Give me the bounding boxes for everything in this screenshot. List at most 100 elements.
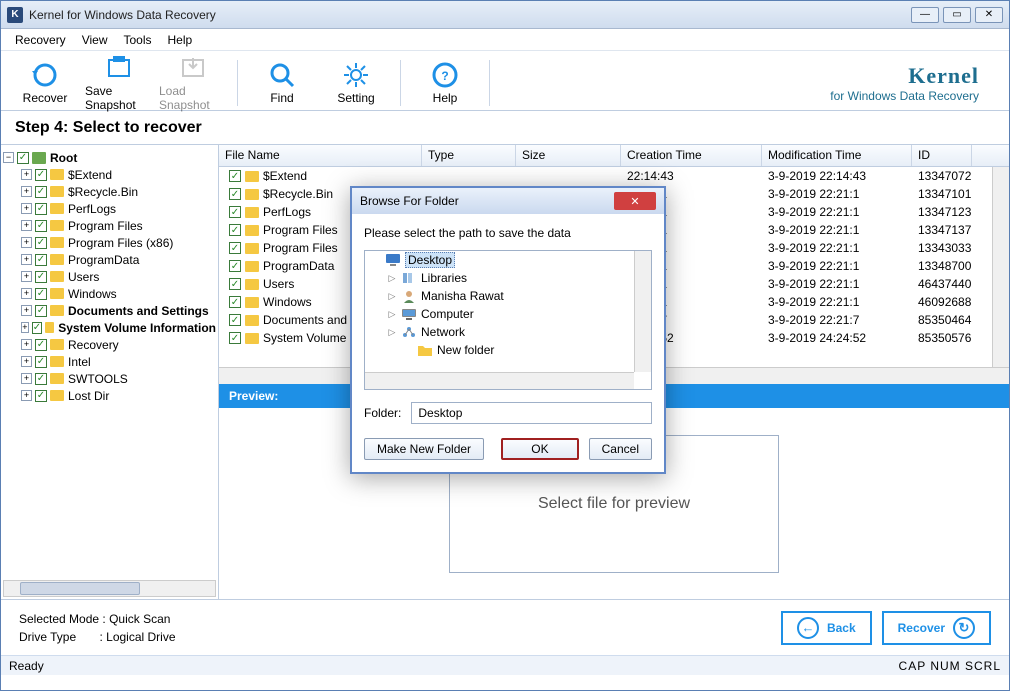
folder-tree-item[interactable]: Desktop: [365, 251, 651, 269]
checkbox[interactable]: ✓: [35, 288, 47, 300]
folder-tree-scroll-v[interactable]: [634, 251, 651, 372]
tree-item[interactable]: + ✓ PerfLogs: [3, 200, 216, 217]
checkbox[interactable]: ✓: [229, 170, 241, 182]
menu-recovery[interactable]: Recovery: [15, 33, 66, 47]
folder-tree-item[interactable]: ▷ Network: [365, 323, 651, 341]
ok-button[interactable]: OK: [501, 438, 578, 460]
cancel-button[interactable]: Cancel: [589, 438, 652, 460]
make-new-folder-button[interactable]: Make New Folder: [364, 438, 484, 460]
table-row[interactable]: ✓ $Extend 22:14:43 3-9-2019 22:14:43 133…: [219, 167, 1009, 185]
dialog-close-button[interactable]: ✕: [614, 192, 656, 210]
checkbox[interactable]: ✓: [17, 152, 29, 164]
close-button[interactable]: ✕: [975, 7, 1003, 23]
expand-icon[interactable]: +: [21, 254, 32, 265]
checkbox[interactable]: ✓: [229, 242, 241, 254]
expand-arrow-icon[interactable]: ▷: [387, 309, 397, 320]
tree-root[interactable]: − ✓ Root: [3, 149, 216, 166]
tree-scrollbar-horizontal[interactable]: [3, 580, 216, 597]
expand-arrow-icon[interactable]: ▷: [387, 291, 397, 302]
folder-tree-item[interactable]: ▷ Libraries: [365, 269, 651, 287]
tree-label[interactable]: System Volume Information: [58, 321, 216, 335]
col-id[interactable]: ID: [912, 145, 972, 166]
tree-item[interactable]: + ✓ ProgramData: [3, 251, 216, 268]
tree-item[interactable]: + ✓ Documents and Settings: [3, 302, 216, 319]
col-mtime[interactable]: Modification Time: [762, 145, 912, 166]
tree-label[interactable]: Lost Dir: [68, 389, 109, 403]
list-scrollbar-vertical[interactable]: [992, 167, 1009, 367]
expand-icon[interactable]: +: [21, 356, 32, 367]
expand-icon[interactable]: +: [21, 237, 32, 248]
tree-item[interactable]: + ✓ Program Files: [3, 217, 216, 234]
menu-tools[interactable]: Tools: [123, 33, 151, 47]
checkbox[interactable]: ✓: [229, 224, 241, 236]
checkbox[interactable]: ✓: [35, 220, 47, 232]
tree-label[interactable]: ProgramData: [68, 253, 139, 267]
tree-label[interactable]: Program Files (x86): [68, 236, 173, 250]
tree-label[interactable]: Program Files: [68, 219, 143, 233]
tree-item[interactable]: + ✓ Lost Dir: [3, 387, 216, 404]
folder-tree-scroll-h[interactable]: [365, 372, 634, 389]
expand-icon[interactable]: +: [21, 373, 32, 384]
folder-input[interactable]: [411, 402, 652, 424]
tree-label[interactable]: SWTOOLS: [68, 372, 128, 386]
checkbox[interactable]: ✓: [35, 237, 47, 249]
back-button[interactable]: ← Back: [781, 611, 872, 645]
col-filename[interactable]: File Name: [219, 145, 422, 166]
tree-item[interactable]: + ✓ Program Files (x86): [3, 234, 216, 251]
expand-icon[interactable]: +: [21, 203, 32, 214]
checkbox[interactable]: ✓: [35, 169, 47, 181]
checkbox[interactable]: ✓: [35, 356, 47, 368]
checkbox[interactable]: ✓: [35, 203, 47, 215]
checkbox[interactable]: ✓: [229, 188, 241, 200]
checkbox[interactable]: ✓: [32, 322, 42, 334]
tree-label[interactable]: Windows: [68, 287, 117, 301]
checkbox[interactable]: ✓: [35, 271, 47, 283]
checkbox[interactable]: ✓: [35, 373, 47, 385]
checkbox[interactable]: ✓: [35, 390, 47, 402]
tree-item[interactable]: + ✓ SWTOOLS: [3, 370, 216, 387]
find-tool[interactable]: Find: [248, 55, 316, 111]
expand-arrow-icon[interactable]: ▷: [387, 327, 397, 338]
recover-tool[interactable]: Recover: [11, 55, 79, 111]
expand-icon[interactable]: +: [21, 271, 32, 282]
tree-item[interactable]: + ✓ $Recycle.Bin: [3, 183, 216, 200]
expand-icon[interactable]: +: [21, 339, 32, 350]
col-ctime[interactable]: Creation Time: [621, 145, 762, 166]
expand-icon[interactable]: +: [21, 288, 32, 299]
save-snapshot-tool[interactable]: Save Snapshot: [85, 55, 153, 111]
tree-label[interactable]: Intel: [68, 355, 91, 369]
recover-button[interactable]: Recover ↻: [882, 611, 991, 645]
checkbox[interactable]: ✓: [35, 339, 47, 351]
checkbox[interactable]: ✓: [229, 278, 241, 290]
checkbox[interactable]: ✓: [229, 260, 241, 272]
tree-item[interactable]: + ✓ Users: [3, 268, 216, 285]
folder-tree-item[interactable]: New folder: [365, 341, 651, 359]
help-tool[interactable]: ? Help: [411, 55, 479, 111]
folder-tree-item[interactable]: ▷ Manisha Rawat: [365, 287, 651, 305]
tree-item[interactable]: + ✓ System Volume Information: [3, 319, 216, 336]
expand-arrow-icon[interactable]: ▷: [387, 273, 397, 284]
collapse-icon[interactable]: −: [3, 152, 14, 163]
checkbox[interactable]: ✓: [229, 206, 241, 218]
menu-view[interactable]: View: [82, 33, 108, 47]
tree-label[interactable]: PerfLogs: [68, 202, 116, 216]
expand-icon[interactable]: +: [21, 186, 32, 197]
tree-label[interactable]: $Extend: [68, 168, 112, 182]
checkbox[interactable]: ✓: [229, 332, 241, 344]
tree-item[interactable]: + ✓ Intel: [3, 353, 216, 370]
menu-help[interactable]: Help: [168, 33, 193, 47]
folder-tree-item[interactable]: ▷ Computer: [365, 305, 651, 323]
expand-icon[interactable]: +: [21, 169, 32, 180]
col-size[interactable]: Size: [516, 145, 621, 166]
checkbox[interactable]: ✓: [35, 254, 47, 266]
checkbox[interactable]: ✓: [35, 186, 47, 198]
checkbox[interactable]: ✓: [229, 314, 241, 326]
setting-tool[interactable]: Setting: [322, 55, 390, 111]
tree-label[interactable]: Documents and Settings: [68, 304, 209, 318]
expand-icon[interactable]: +: [21, 305, 32, 316]
tree-label[interactable]: Recovery: [68, 338, 119, 352]
tree-item[interactable]: + ✓ Windows: [3, 285, 216, 302]
maximize-button[interactable]: ▭: [943, 7, 971, 23]
tree-label[interactable]: $Recycle.Bin: [68, 185, 138, 199]
col-type[interactable]: Type: [422, 145, 516, 166]
